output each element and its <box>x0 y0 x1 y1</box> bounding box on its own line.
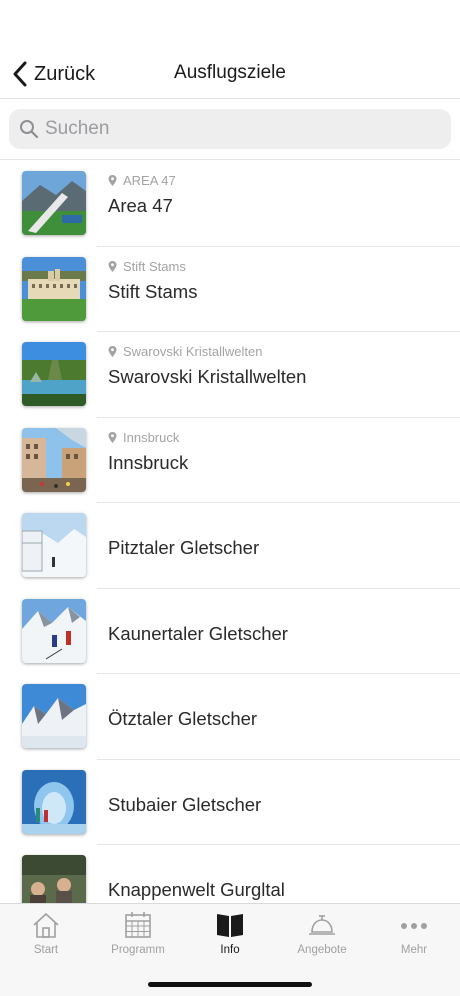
item-title: Ötztaler Gletscher <box>108 708 258 729</box>
item-title: Stift Stams <box>108 280 198 302</box>
location-pin-icon <box>108 346 117 357</box>
search-input[interactable] <box>45 118 425 140</box>
list-item[interactable]: Kaunertaler Gletscher <box>0 589 460 674</box>
location-label: AREA 47 <box>108 173 176 188</box>
thumbnail-kaunertaler <box>22 598 86 663</box>
item-title: Swarovski Kristallwelten <box>108 366 307 387</box>
search-icon <box>20 120 39 139</box>
item-title: Innsbruck <box>108 451 189 473</box>
list-item[interactable]: Ötztaler Gletscher <box>0 674 460 760</box>
tab-mehr[interactable]: Mehr <box>368 910 460 962</box>
thumbnail-knappenwelt <box>22 855 86 903</box>
book-icon <box>217 914 243 937</box>
tab-info[interactable]: Info <box>184 910 276 962</box>
destination-list: AREA 47 Area 47 Stift Stams Stift Stams … <box>0 161 460 903</box>
thumbnail-oetztaler <box>22 684 86 748</box>
list-item[interactable]: Knappenwelt Gurgltal <box>0 845 460 903</box>
item-title: Knappenwelt Gurgltal <box>108 879 285 900</box>
page-title: Ausflugsziele <box>174 62 286 83</box>
thumbnail-stubaier <box>22 769 86 834</box>
search-bar-container <box>0 100 460 160</box>
tab-start[interactable]: Start <box>0 910 92 962</box>
thumbnail-innsbruck <box>22 427 86 492</box>
thumbnail-pitztaler <box>22 513 86 577</box>
location-pin-icon <box>108 431 117 443</box>
home-indicator <box>148 982 312 987</box>
location-pin-icon <box>108 175 117 186</box>
item-title: Kaunertaler Gletscher <box>108 622 288 644</box>
list-item[interactable]: AREA 47 Area 47 <box>0 161 460 247</box>
tab-programm[interactable]: Programm <box>92 910 184 962</box>
location-text: Swarovski Kristallwelten <box>123 344 263 359</box>
tab-label: Angebote <box>297 944 347 956</box>
item-title: Area 47 <box>108 195 173 216</box>
list-item[interactable]: Swarovski Kristallwelten Swarovski Krist… <box>0 332 460 418</box>
calendar-icon <box>125 912 151 938</box>
service-bell-icon <box>309 915 335 935</box>
tab-bar: Start Programm Info Angebote Mehr <box>0 903 460 996</box>
tab-label: Start <box>33 944 59 956</box>
tab-label: Info <box>220 944 240 956</box>
location-label: Stift Stams <box>108 259 186 274</box>
list-item[interactable]: Stift Stams Stift Stams <box>0 247 460 332</box>
item-title: Stubaier Gletscher <box>108 793 262 815</box>
list-item[interactable]: Pitztaler Gletscher <box>0 503 460 589</box>
thumbnail-stift-stams <box>22 256 86 321</box>
location-label: Innsbruck <box>108 430 179 445</box>
item-title: Pitztaler Gletscher <box>108 537 260 558</box>
home-icon <box>33 913 59 938</box>
location-text: Stift Stams <box>123 258 186 274</box>
thumbnail-swarovski <box>22 342 86 406</box>
location-text: AREA 47 <box>123 173 176 188</box>
location-label: Swarovski Kristallwelten <box>108 344 262 359</box>
tab-label: Programm <box>111 944 165 956</box>
list-item[interactable]: Innsbruck Innsbruck <box>0 418 460 503</box>
tab-label: Mehr <box>400 944 428 956</box>
thumbnail-area47 <box>22 171 86 235</box>
more-dots-icon <box>401 923 427 929</box>
list-item[interactable]: Stubaier Gletscher <box>0 760 460 845</box>
location-text: Innsbruck <box>123 429 180 445</box>
location-pin-icon <box>108 260 117 272</box>
tab-angebote[interactable]: Angebote <box>276 910 368 962</box>
navigation-bar: Zurück Ausflugsziele <box>0 0 460 99</box>
search-bar[interactable] <box>9 109 451 149</box>
